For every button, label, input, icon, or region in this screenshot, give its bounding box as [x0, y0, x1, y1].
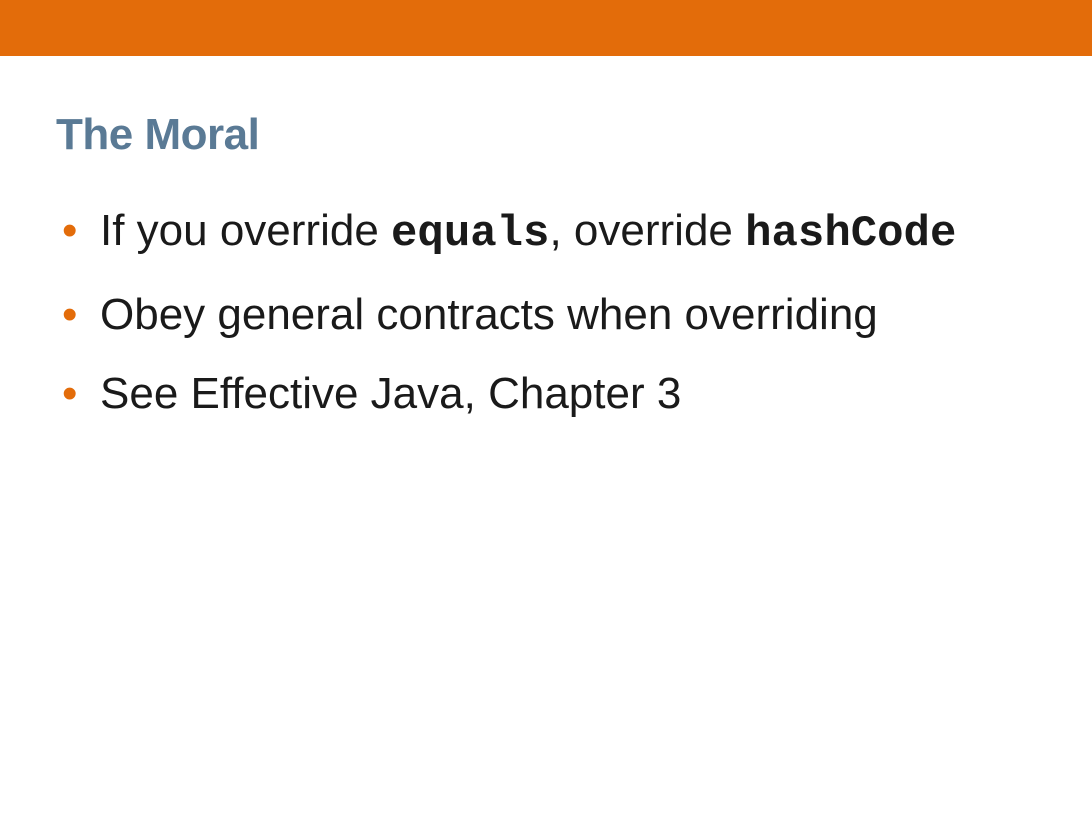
bullet-item: If you override equals, override hashCod…: [56, 204, 1036, 262]
bullet-text: See Effective Java, Chapter 3: [100, 369, 681, 418]
bullet-text: If you override: [100, 206, 391, 255]
slide-title: The Moral: [56, 110, 1036, 160]
bullet-item: Obey general contracts when overriding: [56, 288, 1036, 342]
bullet-item: See Effective Java, Chapter 3: [56, 367, 1036, 421]
code-text: equals: [391, 209, 549, 259]
bullet-text: , override: [549, 206, 745, 255]
bullet-list: If you override equals, override hashCod…: [56, 204, 1036, 421]
top-accent-bar: [0, 0, 1092, 56]
slide-content: The Moral If you override equals, overri…: [0, 56, 1092, 421]
bullet-text: Obey general contracts when overriding: [100, 290, 878, 339]
code-text: hashCode: [745, 209, 956, 259]
slide: The Moral If you override equals, overri…: [0, 0, 1092, 819]
